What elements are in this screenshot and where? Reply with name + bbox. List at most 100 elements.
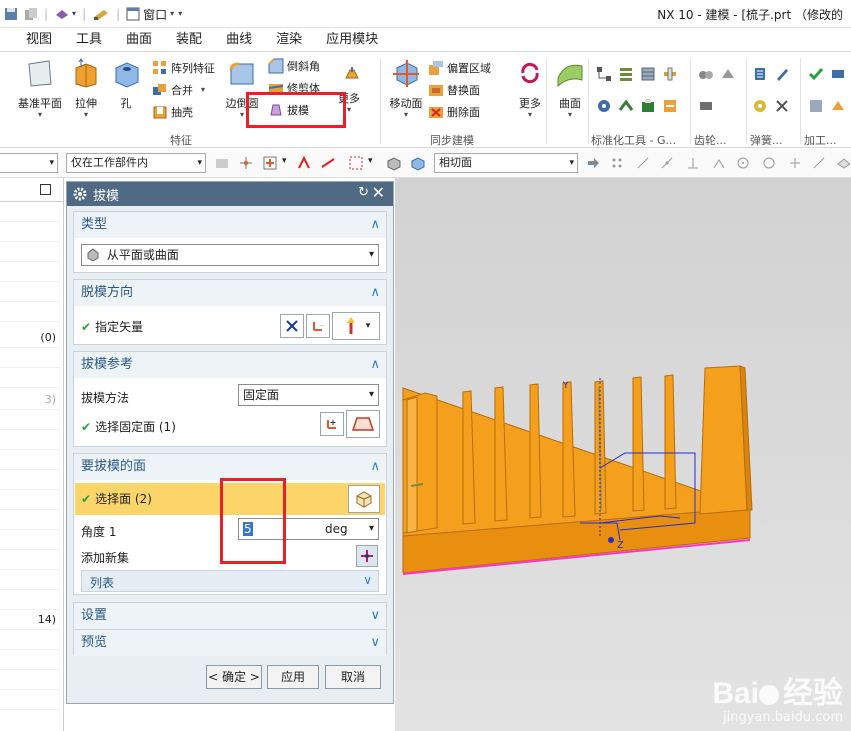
comb-tooth[interactable] bbox=[562, 381, 576, 518]
tab-curve[interactable]: 曲线 bbox=[214, 28, 264, 52]
faces-to-draft-header[interactable]: 要拔模的面 ∧ bbox=[74, 454, 386, 480]
control-point-icon[interactable] bbox=[686, 156, 700, 170]
end-point-icon[interactable] bbox=[636, 156, 650, 170]
gear-tool-icon[interactable] bbox=[596, 98, 612, 114]
type-dropdown[interactable]: 从平面或曲面 ▾ bbox=[81, 244, 379, 266]
tab-tools[interactable]: 工具 bbox=[64, 28, 114, 52]
list-item[interactable] bbox=[0, 510, 60, 530]
unite-button[interactable]: 合并 ▾ bbox=[152, 80, 205, 100]
tab-application[interactable]: 应用模块 bbox=[314, 28, 390, 52]
comb-tooth[interactable] bbox=[632, 376, 645, 512]
select-fixed-face-row[interactable]: ✔ 选择固定面 (1) bbox=[81, 418, 176, 435]
list-item[interactable] bbox=[0, 670, 60, 690]
select-feature-icon[interactable] bbox=[214, 155, 230, 171]
comb-tooth[interactable] bbox=[494, 386, 508, 522]
list-item[interactable] bbox=[0, 450, 60, 470]
maximize-icon[interactable] bbox=[40, 184, 51, 195]
list-item[interactable] bbox=[0, 550, 60, 570]
mid-point-icon[interactable] bbox=[660, 156, 674, 170]
collapse-icon[interactable]: ∧ bbox=[370, 280, 380, 306]
select-curve-icon[interactable] bbox=[296, 155, 312, 171]
delete-face-button[interactable]: 删除面 bbox=[428, 102, 480, 122]
list-item[interactable] bbox=[0, 262, 60, 282]
replace-face-button[interactable]: 替换面 bbox=[428, 80, 480, 100]
ok-button[interactable]: < 确定 > bbox=[206, 665, 262, 689]
tab-surface[interactable]: 曲面 bbox=[114, 28, 164, 52]
cancel-button[interactable]: 取消 bbox=[325, 665, 381, 689]
window-icon[interactable] bbox=[126, 7, 140, 21]
list-item[interactable] bbox=[0, 282, 60, 302]
machining-icon[interactable] bbox=[830, 66, 846, 82]
right-end-wall[interactable] bbox=[699, 365, 748, 515]
existing-point-icon[interactable] bbox=[788, 156, 802, 170]
specify-vector-row[interactable]: ✔ 指定矢量 bbox=[81, 318, 143, 335]
list-subsection[interactable]: 列表 ∨ bbox=[81, 570, 379, 592]
settings-header[interactable]: 设置 ∨ bbox=[74, 603, 386, 629]
copy-icon[interactable] bbox=[24, 7, 38, 21]
vector-dialog-button[interactable]: .. bbox=[306, 314, 330, 338]
library-icon[interactable] bbox=[640, 66, 656, 82]
list-item[interactable] bbox=[0, 570, 60, 590]
graphics-window[interactable]: Z Y Bai 经验 jingyan.baidu.com bbox=[395, 178, 851, 731]
list-item[interactable] bbox=[0, 490, 60, 510]
list-item[interactable] bbox=[0, 368, 60, 388]
hierarchy-icon[interactable] bbox=[596, 66, 612, 82]
list-item[interactable] bbox=[0, 590, 60, 610]
window-menu[interactable]: 窗口 bbox=[143, 6, 167, 23]
quadrant-point-icon[interactable] bbox=[762, 156, 776, 170]
cylindrical-gear-icon[interactable] bbox=[698, 66, 714, 82]
hole-button[interactable]: 孔 bbox=[102, 58, 150, 111]
list-item[interactable] bbox=[0, 530, 60, 550]
list-item[interactable] bbox=[0, 202, 60, 222]
close-icon[interactable]: ✕ bbox=[372, 183, 385, 202]
list-item[interactable] bbox=[0, 630, 60, 650]
point-on-curve-icon[interactable] bbox=[812, 156, 826, 170]
list-item[interactable]: (0) bbox=[0, 328, 60, 348]
list-item[interactable] bbox=[0, 650, 60, 670]
comb-model[interactable]: Z Y bbox=[395, 178, 851, 731]
machining-feature-icon[interactable] bbox=[830, 98, 846, 114]
point-on-face-icon[interactable] bbox=[836, 156, 850, 170]
face-select-button[interactable] bbox=[348, 485, 380, 513]
shell-button[interactable]: 抽壳 bbox=[152, 102, 193, 122]
reset-icon[interactable]: ↻ bbox=[358, 185, 369, 200]
reuse-library-icon[interactable] bbox=[662, 98, 678, 114]
list-item[interactable] bbox=[0, 242, 60, 262]
draft-body-button[interactable] bbox=[344, 64, 363, 84]
preview-section[interactable]: 预览 ∨ bbox=[73, 629, 387, 656]
tab-view[interactable]: 视图 bbox=[14, 28, 64, 52]
save-icon[interactable] bbox=[4, 7, 18, 21]
comb-tooth[interactable] bbox=[462, 390, 476, 525]
chamfer-button[interactable]: 倒斜角 bbox=[268, 56, 320, 76]
snap-point-icon[interactable] bbox=[238, 155, 254, 171]
view-orient-icon[interactable] bbox=[54, 7, 70, 21]
fixed-face-select-button[interactable] bbox=[346, 410, 380, 438]
rectangle-select-icon[interactable] bbox=[348, 155, 364, 171]
gear-display-icon[interactable] bbox=[698, 98, 714, 114]
tab-assembly[interactable]: 装配 bbox=[164, 28, 214, 52]
list-item[interactable] bbox=[0, 410, 60, 430]
list-item[interactable] bbox=[0, 302, 60, 322]
fastener-icon[interactable] bbox=[662, 66, 678, 82]
intersection-icon[interactable] bbox=[712, 156, 726, 170]
collapse-icon[interactable]: ∧ bbox=[370, 212, 380, 238]
offset-region-button[interactable]: 偏置区域 bbox=[428, 58, 491, 78]
apply-button[interactable]: 应用 bbox=[267, 665, 319, 689]
point-filter-icon[interactable] bbox=[262, 155, 278, 171]
snap-grid-icon[interactable] bbox=[610, 156, 624, 170]
face-rule-combo[interactable]: 相切面 ▾ bbox=[434, 153, 578, 173]
arc-center-icon[interactable] bbox=[736, 156, 750, 170]
comb-tooth[interactable] bbox=[529, 383, 542, 519]
bevel-gear-icon[interactable] bbox=[720, 66, 736, 82]
reverse-direction-button[interactable] bbox=[280, 314, 304, 338]
render-style-icon[interactable] bbox=[92, 7, 110, 21]
fixed-face-plane-button[interactable] bbox=[320, 412, 344, 436]
list-item[interactable] bbox=[0, 470, 60, 490]
surface-button[interactable]: 曲面 ▾ bbox=[546, 58, 594, 119]
scope-filter-combo[interactable]: 仅在工作部件内 ▾ bbox=[66, 153, 206, 173]
datum-plane-button[interactable]: 基准平面 ▾ bbox=[14, 58, 66, 119]
collapse-icon[interactable]: ∧ bbox=[370, 454, 380, 480]
machining-list-icon[interactable] bbox=[808, 98, 824, 114]
arrow-right-icon[interactable] bbox=[586, 156, 600, 170]
stack-icon[interactable] bbox=[618, 66, 634, 82]
